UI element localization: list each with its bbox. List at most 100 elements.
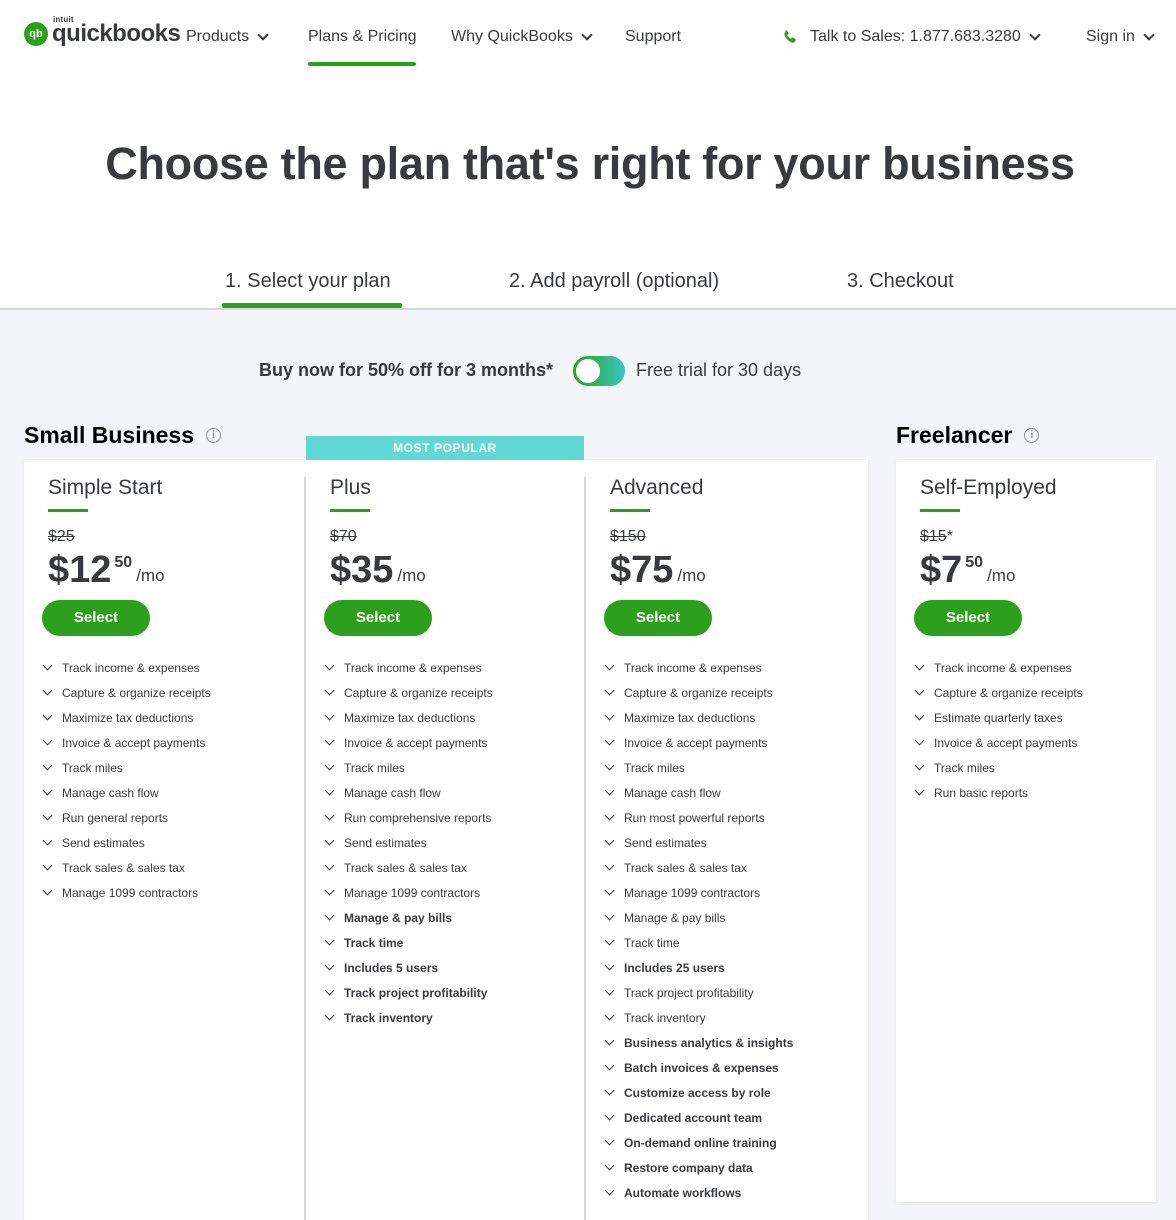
feature-item[interactable]: Estimate quarterly taxes xyxy=(914,705,1154,730)
feature-item[interactable]: Invoice & accept payments xyxy=(324,730,564,755)
price-dollars: $7 xyxy=(920,549,963,591)
section-freelancer-label: Freelancer xyxy=(896,422,1013,448)
step-select-plan[interactable]: 1. Select your plan xyxy=(225,270,391,293)
offer-free-trial-label: Free trial for 30 days xyxy=(636,360,802,380)
feature-label: Track miles xyxy=(934,760,995,775)
feature-item[interactable]: Automate workflows xyxy=(604,1180,844,1205)
talk-to-sales-label: Talk to Sales: 1.877.683.3280 xyxy=(810,28,1021,45)
feature-label: Track time xyxy=(344,935,404,950)
chevron-down-icon xyxy=(604,1110,615,1120)
sign-in[interactable]: Sign in xyxy=(1086,28,1155,46)
plan-name-underline xyxy=(330,509,370,512)
qb-logo-icon: qb xyxy=(24,22,48,46)
feature-item[interactable]: Restore company data xyxy=(604,1155,844,1180)
chevron-down-icon xyxy=(324,885,335,895)
feature-label: Restore company data xyxy=(624,1160,753,1175)
chevron-down-icon xyxy=(604,710,615,720)
feature-item[interactable]: Track project profitability xyxy=(604,980,844,1005)
feature-item[interactable]: Track income & expenses xyxy=(42,655,282,680)
feature-item[interactable]: Run comprehensive reports xyxy=(324,805,564,830)
nav-products[interactable]: Products xyxy=(186,28,269,46)
feature-item[interactable]: Track miles xyxy=(42,755,282,780)
feature-item[interactable]: Track miles xyxy=(324,755,564,780)
price-period: /mo xyxy=(987,566,1016,585)
feature-item[interactable]: Manage cash flow xyxy=(324,780,564,805)
feature-label: Manage 1099 contractors xyxy=(624,885,761,900)
feature-item[interactable]: Track sales & sales tax xyxy=(42,855,282,880)
feature-label: Run general reports xyxy=(62,810,169,825)
feature-item[interactable]: Manage cash flow xyxy=(604,780,844,805)
feature-item[interactable]: Track income & expenses xyxy=(604,655,844,680)
plan-name-plus: Plus xyxy=(330,476,371,499)
feature-item[interactable]: Dedicated account team xyxy=(604,1105,844,1130)
feature-item[interactable]: Track inventory xyxy=(604,1005,844,1030)
feature-item[interactable]: Capture & organize receipts xyxy=(42,680,282,705)
chevron-down-icon xyxy=(604,735,615,745)
feature-label: On-demand online training xyxy=(624,1135,777,1150)
feature-item[interactable]: Run general reports xyxy=(42,805,282,830)
feature-item[interactable]: Track time xyxy=(324,930,564,955)
feature-item[interactable]: Manage & pay bills xyxy=(324,905,564,930)
chevron-down-icon xyxy=(324,735,335,745)
quickbooks-logo[interactable]: qb intuit quickbooks xyxy=(24,15,181,48)
feature-item[interactable]: Track miles xyxy=(604,755,844,780)
feature-label: Manage 1099 contractors xyxy=(62,885,199,900)
chevron-down-icon xyxy=(604,760,615,770)
feature-item[interactable]: Invoice & accept payments xyxy=(604,730,844,755)
feature-item[interactable]: Track project profitability xyxy=(324,980,564,1005)
feature-item[interactable]: Manage cash flow xyxy=(42,780,282,805)
feature-item[interactable]: Capture & organize receipts xyxy=(604,680,844,705)
chevron-down-icon xyxy=(604,1010,615,1020)
talk-to-sales[interactable]: Talk to Sales: 1.877.683.3280 xyxy=(782,28,1041,46)
feature-label: Customize access by role xyxy=(624,1085,771,1100)
feature-item[interactable]: Track sales & sales tax xyxy=(324,855,564,880)
feature-item[interactable]: Manage 1099 contractors xyxy=(42,880,282,905)
feature-item[interactable]: Maximize tax deductions xyxy=(42,705,282,730)
feature-item[interactable]: Manage 1099 contractors xyxy=(324,880,564,905)
feature-item[interactable]: On-demand online training xyxy=(604,1130,844,1155)
info-icon[interactable]: i xyxy=(1024,428,1040,443)
feature-item[interactable]: Customize access by role xyxy=(604,1080,844,1105)
feature-item[interactable]: Batch invoices & expenses xyxy=(604,1055,844,1080)
nav-why-quickbooks[interactable]: Why QuickBooks xyxy=(451,28,593,46)
feature-item[interactable]: Send estimates xyxy=(42,830,282,855)
feature-item[interactable]: Capture & organize receipts xyxy=(324,680,564,705)
feature-item[interactable]: Track time xyxy=(604,930,844,955)
chevron-down-icon xyxy=(324,660,335,670)
feature-item[interactable]: Track miles xyxy=(914,755,1154,780)
feature-item[interactable]: Includes 5 users xyxy=(324,955,564,980)
discount-price: $12 50/mo xyxy=(48,546,165,594)
feature-item[interactable]: Invoice & accept payments xyxy=(42,730,282,755)
step-add-payroll[interactable]: 2. Add payroll (optional) xyxy=(509,270,719,293)
feature-item[interactable]: Manage 1099 contractors xyxy=(604,880,844,905)
feature-item[interactable]: Invoice & accept payments xyxy=(914,730,1154,755)
feature-item[interactable]: Capture & organize receipts xyxy=(914,680,1154,705)
feature-item[interactable]: Business analytics & insights xyxy=(604,1030,844,1055)
offer-toggle-switch[interactable] xyxy=(573,356,625,386)
feature-item[interactable]: Run most powerful reports xyxy=(604,805,844,830)
feature-item[interactable]: Track inventory xyxy=(324,1005,564,1030)
select-button-self-employed[interactable]: Select xyxy=(914,600,1022,636)
feature-item[interactable]: Send estimates xyxy=(604,830,844,855)
select-button-advanced[interactable]: Select xyxy=(604,600,712,636)
select-button-plus[interactable]: Select xyxy=(324,600,432,636)
feature-item[interactable]: Includes 25 users xyxy=(604,955,844,980)
feature-label: Manage cash flow xyxy=(624,785,721,800)
feature-label: Capture & organize receipts xyxy=(62,685,211,700)
feature-item[interactable]: Manage & pay bills xyxy=(604,905,844,930)
feature-item[interactable]: Track income & expenses xyxy=(324,655,564,680)
feature-label: Manage & pay bills xyxy=(344,910,453,925)
feature-label: Dedicated account team xyxy=(624,1110,763,1125)
feature-item[interactable]: Maximize tax deductions xyxy=(604,705,844,730)
chevron-down-icon xyxy=(42,785,53,795)
feature-item[interactable]: Track sales & sales tax xyxy=(604,855,844,880)
feature-item[interactable]: Send estimates xyxy=(324,830,564,855)
step-checkout[interactable]: 3. Checkout xyxy=(847,270,954,293)
nav-support[interactable]: Support xyxy=(625,28,681,46)
feature-item[interactable]: Maximize tax deductions xyxy=(324,705,564,730)
feature-item[interactable]: Run basic reports xyxy=(914,780,1154,805)
feature-item[interactable]: Track income & expenses xyxy=(914,655,1154,680)
info-icon[interactable]: i xyxy=(206,428,222,443)
nav-plans-pricing[interactable]: Plans & Pricing xyxy=(308,28,417,46)
select-button-simple-start[interactable]: Select xyxy=(42,600,150,636)
